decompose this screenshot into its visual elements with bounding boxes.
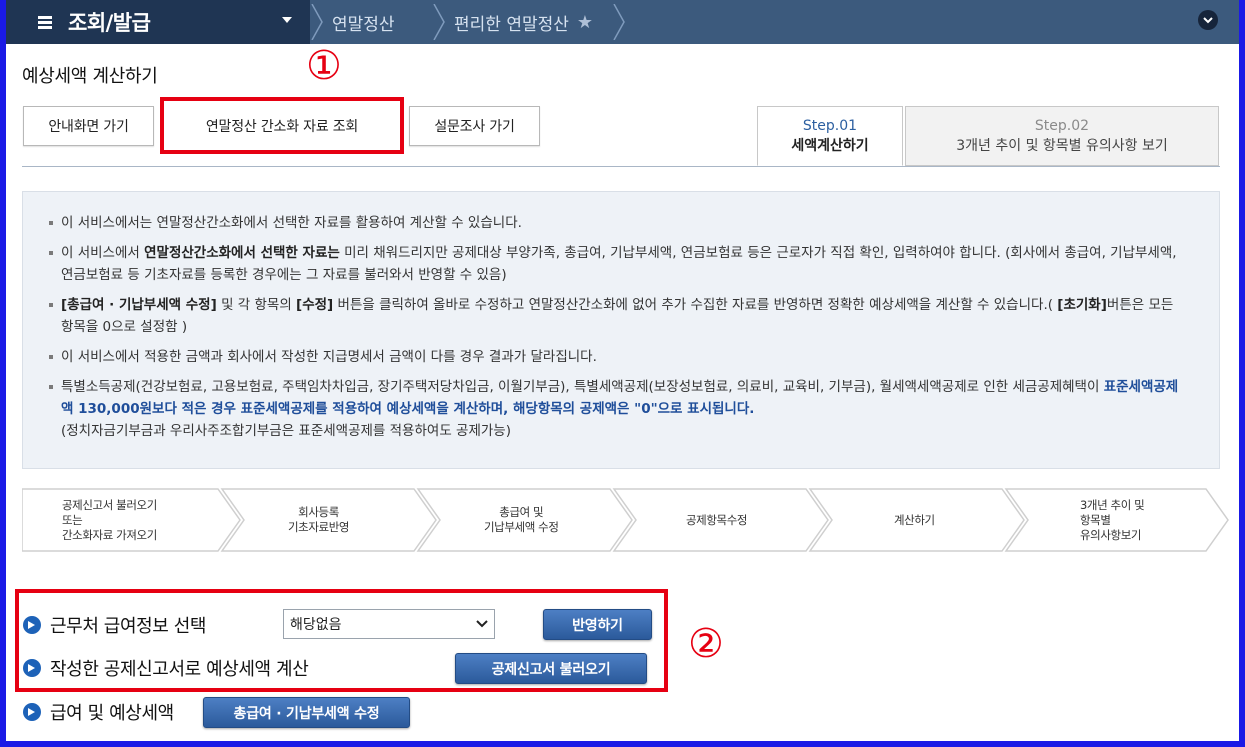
tab-step-number: Step.01 (802, 118, 858, 134)
workplace-label: 근무처 급여정보 선택 (50, 616, 207, 637)
chevron-down-icon (476, 620, 488, 628)
process-step-1: 공제신고서 불러오기 또는 간소화자료 가져오기 (62, 487, 157, 553)
salary-label: 급여 및 예상세액 (50, 703, 174, 724)
info-text-bold: [총급여 · 기납부세액 수정] (61, 297, 217, 313)
process-step-text: 계산하기 (894, 512, 935, 527)
process-chevrons (22, 488, 1229, 552)
tab-step-02[interactable]: Step.02 3개년 추이 및 항목별 유의사항 보기 (905, 106, 1219, 166)
process-step-2: 회사등록 기초자료반영 (288, 487, 349, 553)
tab-step-number: Step.02 (1034, 118, 1090, 134)
info-text-bold: [초기화] (1057, 297, 1107, 313)
process-step-6: 3개년 추이 및 항목별 유의사항보기 (1080, 487, 1145, 553)
salary-edit-button[interactable]: 총급여 · 기납부세액 수정 (203, 697, 410, 728)
info-text: 및 각 항목의 (216, 297, 297, 313)
hamburger-icon (38, 16, 52, 29)
breadcrumb-item-year-end[interactable]: 연말정산 (332, 0, 395, 44)
info-item: 이 서비스에서는 연말정산간소화에서 선택한 자료를 활용하여 계산할 수 있습… (47, 212, 1189, 234)
expand-nav-button[interactable] (1198, 10, 1218, 30)
info-text: 이 서비스에서는 연말정산간소화에서 선택한 자료를 활용하여 계산할 수 있습… (61, 215, 522, 231)
process-step-4: 공제항목수정 (686, 487, 747, 553)
info-item: 특별소득공제(건강보험료, 고용보험료, 주택임차차입금, 장기주택저당차입금,… (47, 376, 1189, 442)
caret-down-icon (282, 17, 292, 23)
workplace-select-value: 해당없음 (290, 617, 342, 633)
breadcrumb-separator-icon (613, 4, 625, 40)
workplace-row: 근무처 급여정보 선택 (23, 612, 206, 638)
arrow-circle-icon (23, 659, 41, 677)
top-nav: 조회/발급 연말정산 편리한 연말정산 ★ (6, 0, 1239, 44)
info-item: [총급여 · 기납부세액 수정] 및 각 항목의 [수정] 버튼을 클릭하여 올… (47, 294, 1189, 338)
breadcrumb-separator-icon (311, 4, 323, 40)
info-text: 버튼을 클릭하여 올바로 수정하고 연말정산간소화에 없어 추가 수집한 자료를… (333, 297, 1058, 313)
info-text: 이 서비스에서 (61, 245, 145, 261)
tab-step-label: 3개년 추이 및 항목별 유의사항 보기 (956, 138, 1168, 154)
salary-row: 급여 및 예상세액 (23, 699, 174, 725)
process-step-5: 계산하기 (894, 487, 935, 553)
info-text: (정치자금기부금과 우리사주조합기부금은 표준세액공제를 적용하여도 공제가능) (61, 423, 511, 439)
highlight-box-1 (160, 97, 404, 154)
nav-menu-button[interactable]: 조회/발급 (6, 0, 310, 44)
declaration-label: 작성한 공제신고서로 예상세액 계산 (50, 659, 309, 680)
tab-step-01[interactable]: Step.01 세액계산하기 (757, 106, 903, 166)
breadcrumb-separator-icon (433, 4, 445, 40)
process-step-3: 총급여 및 기납부세액 수정 (484, 487, 559, 553)
info-notice-box: 이 서비스에서는 연말정산간소화에서 선택한 자료를 활용하여 계산할 수 있습… (22, 191, 1220, 469)
info-item: 이 서비스에서 적용한 금액과 회사에서 작성한 지급명세서 금액이 다를 경우… (47, 346, 1189, 368)
process-step-text: 총급여 및 (499, 505, 544, 519)
arrow-circle-icon (23, 703, 41, 721)
survey-button[interactable]: 설문조사 가기 (409, 106, 540, 146)
guide-button[interactable]: 안내화면 가기 (23, 106, 154, 146)
page-frame: 조회/발급 연말정산 편리한 연말정산 ★ 예상세액 계산하기 ① 안내화면 가… (6, 0, 1239, 741)
annotation-marker-2: ② (688, 621, 724, 667)
load-declaration-button[interactable]: 공제신고서 불러오기 (455, 653, 647, 684)
tab-step-label: 세액계산하기 (791, 138, 869, 154)
info-text: 특별소득공제(건강보험료, 고용보험료, 주택임차차입금, 장기주택저당차입금,… (61, 379, 1104, 395)
arrow-circle-icon (23, 616, 41, 634)
process-step-text: 기납부세액 수정 (484, 520, 559, 534)
info-item: 이 서비스에서 연말정산간소화에서 선택한 자료는 미리 채워드리지만 공제대상… (47, 242, 1189, 286)
info-text-bold: [수정] (296, 297, 334, 313)
process-step-text: 간소화자료 가져오기 (62, 527, 157, 542)
annotation-marker-1: ① (306, 43, 342, 89)
process-step-text: 3개년 추이 및 (1080, 497, 1145, 512)
process-step-text: 기초자료반영 (288, 520, 350, 534)
declaration-row: 작성한 공제신고서로 예상세액 계산 (23, 655, 309, 681)
process-step-text: 또는 (62, 512, 83, 527)
process-steps: 공제신고서 불러오기 또는 간소화자료 가져오기 회사등록 기초자료반영 총급여 및기… (22, 487, 1232, 553)
breadcrumb-item-convenient[interactable]: 편리한 연말정산 ★ (454, 0, 593, 44)
process-step-text: 항목별 (1080, 512, 1111, 527)
chevron-down-icon (1203, 16, 1213, 23)
page-title: 예상세액 계산하기 (22, 66, 158, 87)
process-step-text: 공제신고서 불러오기 (62, 497, 157, 512)
process-step-text: 공제항목수정 (686, 512, 748, 527)
process-step-text: 유의사항보기 (1080, 527, 1142, 542)
star-icon[interactable]: ★ (577, 12, 593, 33)
workplace-select[interactable]: 해당없음 (283, 609, 495, 639)
process-step-text: 회사등록 (298, 505, 339, 519)
nav-menu-title: 조회/발급 (68, 11, 151, 35)
tab-divider-line (22, 166, 1220, 167)
breadcrumb-label: 편리한 연말정산 (454, 14, 569, 35)
info-text-bold: 연말정산간소화에서 선택한 자료는 (144, 245, 340, 261)
info-text: 이 서비스에서 적용한 금액과 회사에서 작성한 지급명세서 금액이 다를 경우… (61, 349, 597, 365)
apply-button[interactable]: 반영하기 (543, 609, 652, 640)
